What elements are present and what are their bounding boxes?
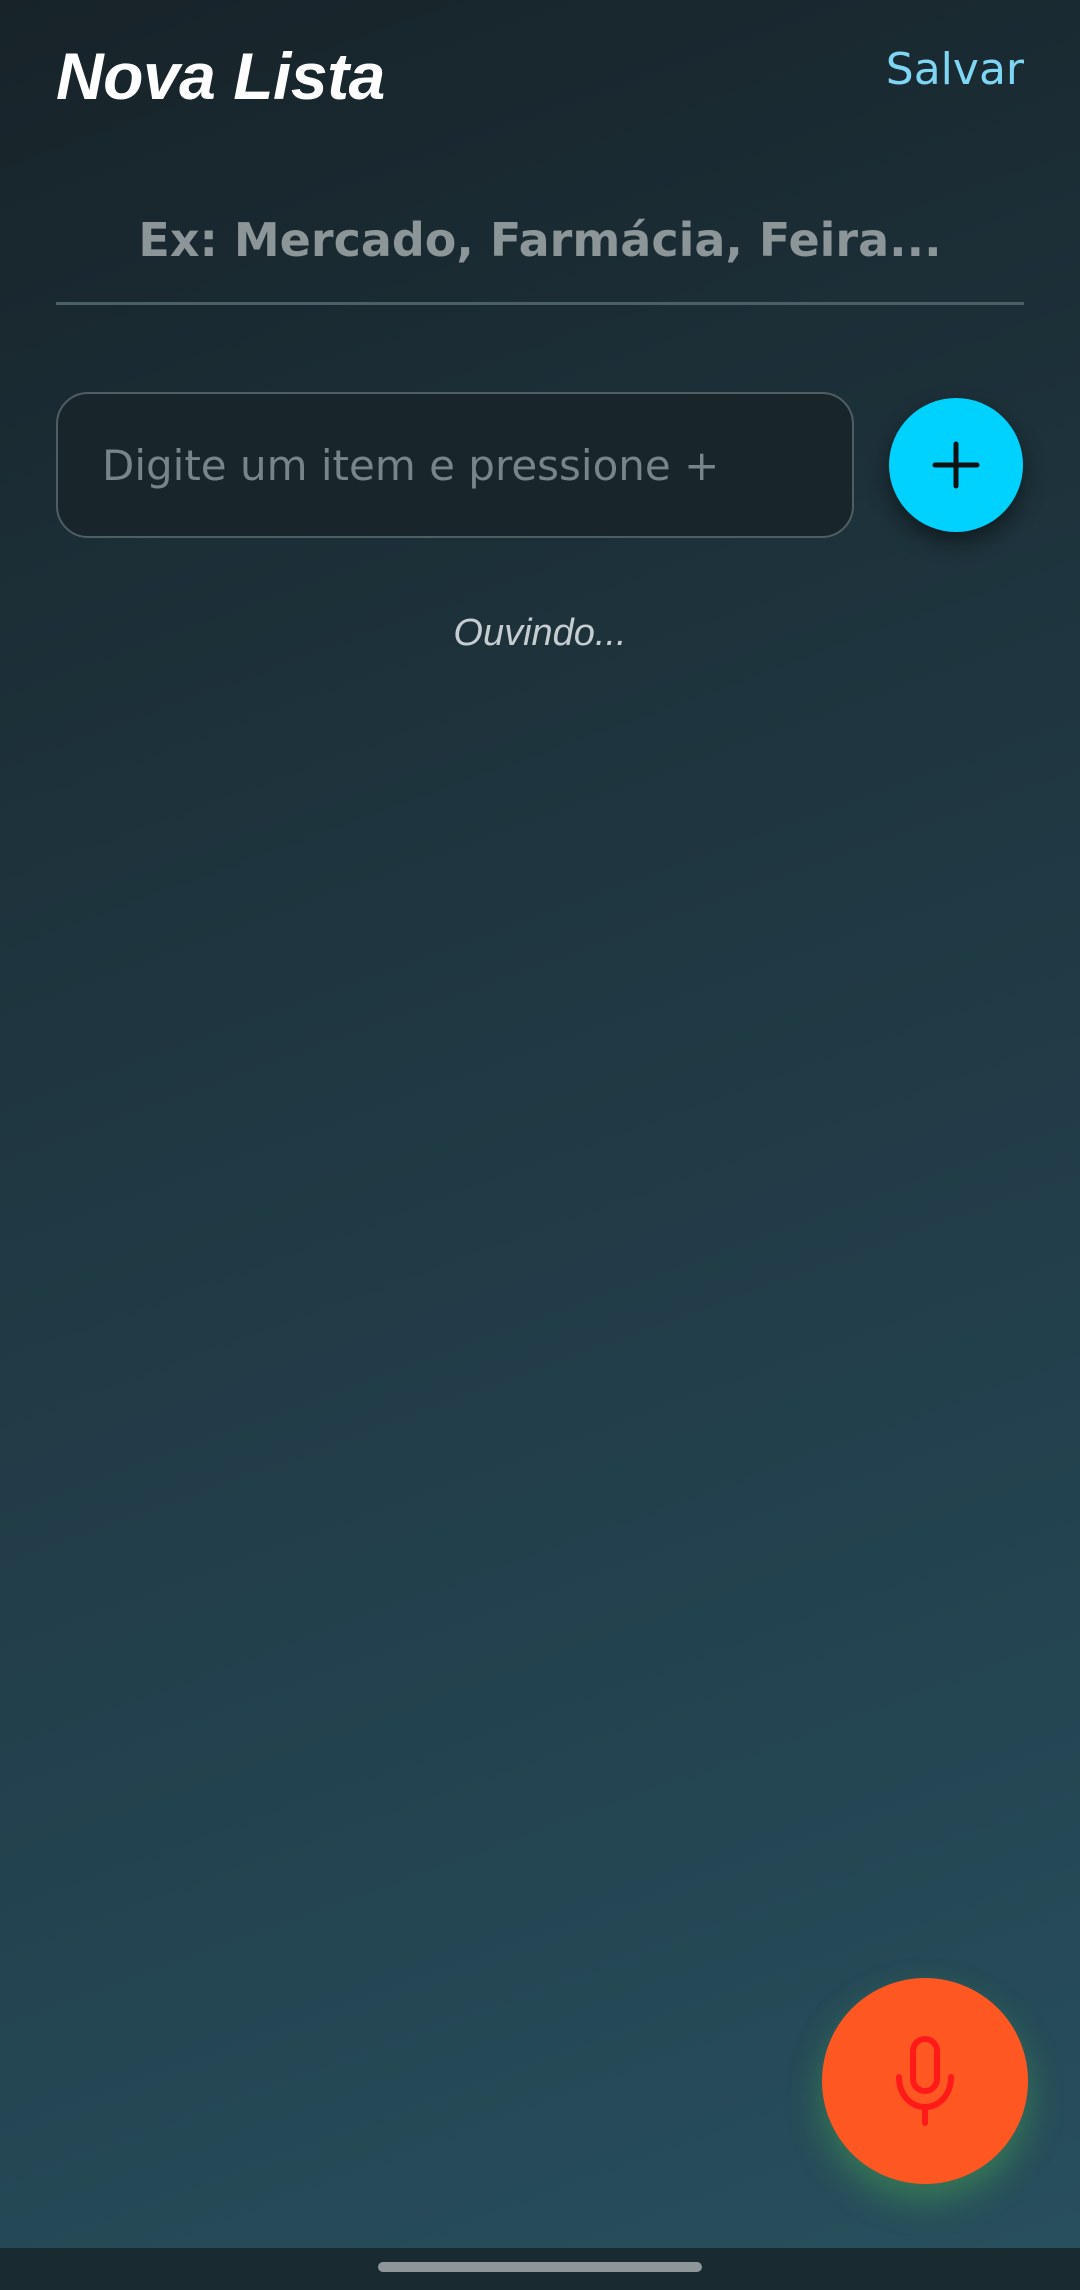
system-navigation-bar [0, 2248, 1080, 2290]
voice-input-button[interactable] [822, 1978, 1028, 2184]
item-input[interactable] [56, 392, 854, 538]
microphone-icon [896, 2036, 954, 2126]
add-item-button[interactable] [889, 398, 1023, 532]
home-gesture-handle[interactable] [378, 2262, 702, 2272]
save-button[interactable]: Salvar [886, 44, 1024, 95]
app-header: Nova Lista Salvar [56, 30, 1024, 140]
list-name-field-container [56, 178, 1024, 305]
list-name-input[interactable] [56, 178, 1024, 302]
page-title: Nova Lista [56, 39, 385, 113]
plus-icon [932, 441, 980, 489]
listening-status: Ouvindo... [453, 612, 627, 654]
